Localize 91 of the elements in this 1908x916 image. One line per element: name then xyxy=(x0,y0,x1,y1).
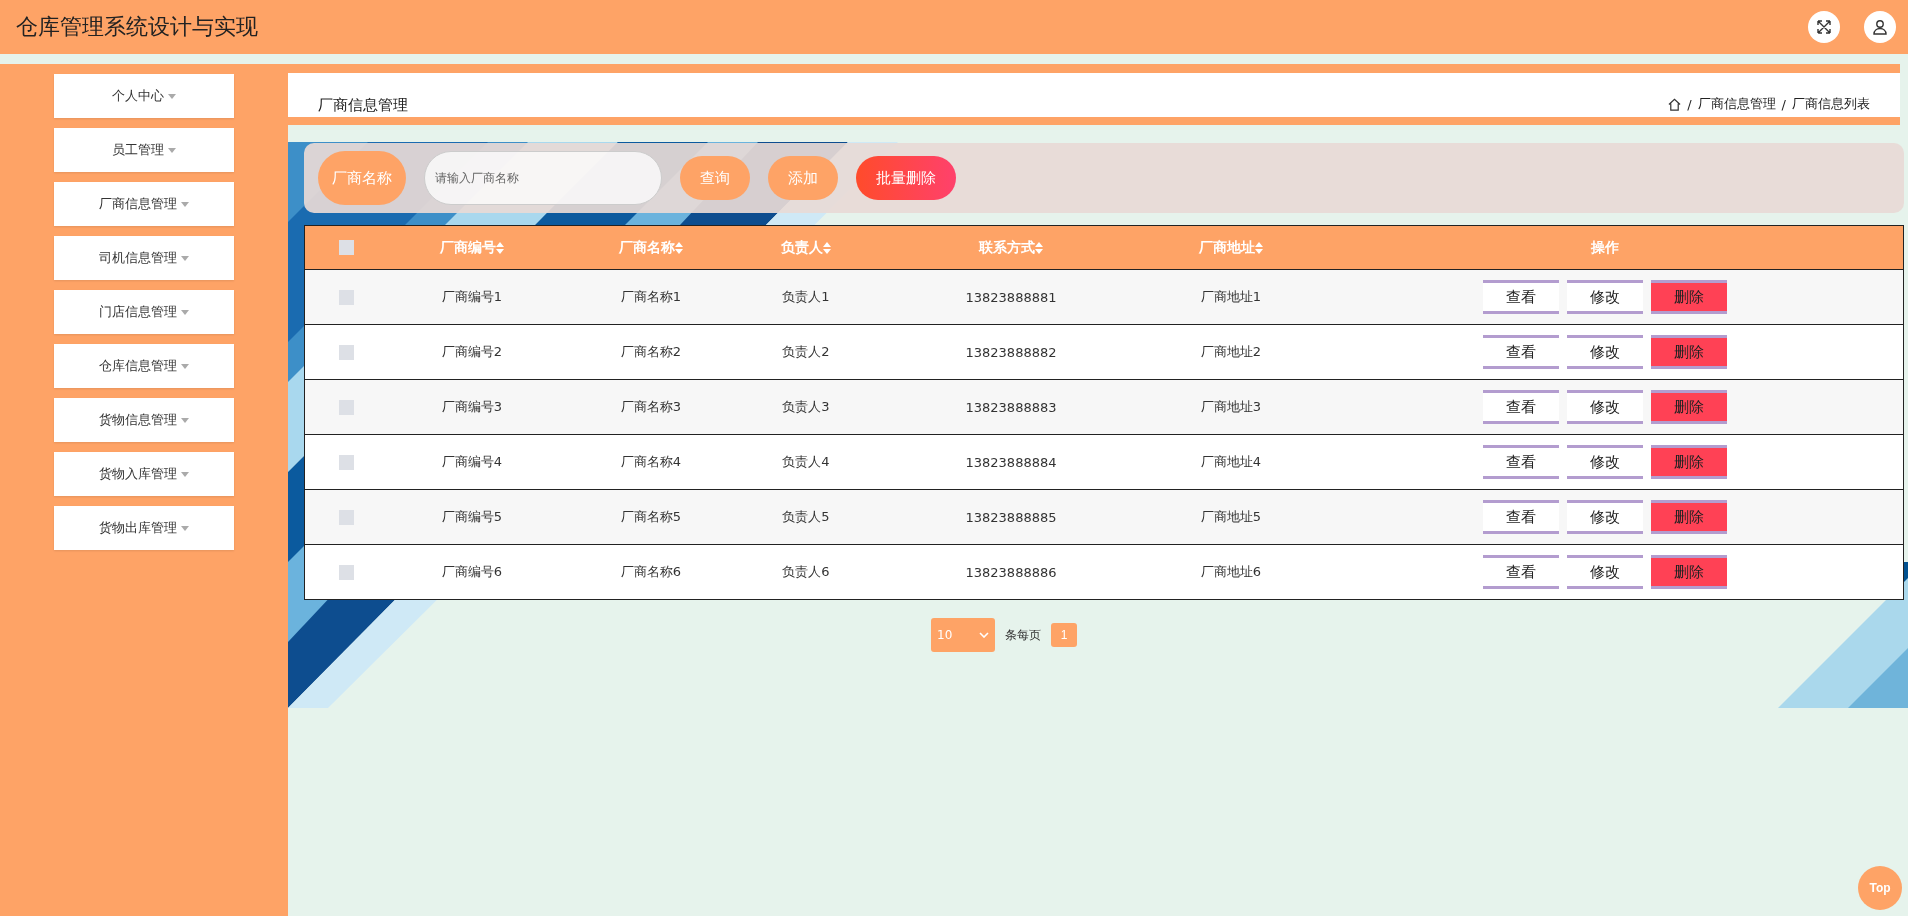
sidebar-item[interactable]: 司机信息管理 xyxy=(54,236,234,280)
sidebar-item[interactable]: 货物入库管理 xyxy=(54,452,234,496)
breadcrumb-separator: / xyxy=(1781,96,1786,112)
sort-icon[interactable] xyxy=(1255,241,1263,254)
sidebar-item[interactable]: 货物信息管理 xyxy=(54,398,234,442)
search-label: 厂商名称 xyxy=(318,151,406,205)
caret-icon xyxy=(181,309,189,315)
breadcrumb-link[interactable]: 厂商信息列表 xyxy=(1792,95,1870,113)
row-action-button[interactable]: 查看 xyxy=(1483,555,1559,589)
caret-icon xyxy=(181,363,189,369)
row-action-button[interactable]: 修改 xyxy=(1567,335,1643,369)
delete-button[interactable]: 删除 xyxy=(1651,390,1727,424)
row-action-button[interactable]: 修改 xyxy=(1567,555,1643,589)
caret-icon xyxy=(168,147,176,153)
row-action-button[interactable]: 查看 xyxy=(1483,280,1559,314)
row-action-button[interactable]: 修改 xyxy=(1567,445,1643,479)
row-checkbox[interactable] xyxy=(338,289,354,305)
breadcrumb-link[interactable]: 厂商信息管理 xyxy=(1697,95,1776,113)
row-action-button[interactable]: 修改 xyxy=(1567,390,1643,424)
table-cell-text: 厂商名称5 xyxy=(619,508,683,526)
fullscreen-icon[interactable] xyxy=(1808,11,1840,43)
row-action-button[interactable]: 查看 xyxy=(1483,335,1559,369)
delete-button[interactable]: 删除 xyxy=(1651,335,1727,369)
row-checkbox[interactable] xyxy=(338,454,354,470)
table-cell-text: 负责人6 xyxy=(781,563,831,581)
table-cell-text: 厂商编号5 xyxy=(440,508,504,526)
sort-icon[interactable] xyxy=(1035,241,1043,254)
table-cell-text: 厂商地址6 xyxy=(1199,563,1263,581)
table-cell-text: 厂商编号2 xyxy=(440,343,504,361)
delete-button[interactable]: 删除 xyxy=(1651,280,1727,314)
table-cell-text: 负责人2 xyxy=(781,343,831,361)
user-icon[interactable] xyxy=(1864,11,1896,43)
table-cell-text: 负责人5 xyxy=(781,508,831,526)
table-cell-text: 厂商名称3 xyxy=(619,398,683,416)
sort-icon[interactable] xyxy=(675,241,683,254)
row-checkbox[interactable] xyxy=(338,344,354,360)
breadcrumb-separator: / xyxy=(1687,96,1692,112)
sidebar-item[interactable]: 仓库信息管理 xyxy=(54,344,234,388)
row-action-button[interactable]: 查看 xyxy=(1483,445,1559,479)
sort-icon[interactable] xyxy=(496,241,504,254)
sidebar-item[interactable]: 货物出库管理 xyxy=(54,506,234,550)
app-title: 仓库管理系统设计与实现 xyxy=(16,13,258,41)
caret-icon xyxy=(181,525,189,531)
table-cell-text: 负责人1 xyxy=(781,288,831,306)
delete-button[interactable]: 删除 xyxy=(1651,555,1727,589)
select-all-checkbox[interactable] xyxy=(338,240,354,255)
sidebar-item[interactable]: 门店信息管理 xyxy=(54,290,234,334)
page-size-label: 条每页 xyxy=(1005,626,1041,644)
caret-icon xyxy=(181,201,189,207)
sidebar-item[interactable]: 员工管理 xyxy=(54,128,234,172)
table-cell-text: 厂商名称2 xyxy=(619,343,683,361)
caret-icon xyxy=(181,417,189,423)
delete-button[interactable]: 删除 xyxy=(1651,445,1727,479)
row-action-button[interactable]: 修改 xyxy=(1567,500,1643,534)
sort-icon[interactable] xyxy=(823,241,831,254)
table-cell-text: 13823888886 xyxy=(964,564,1058,580)
table-cell-text: 厂商地址3 xyxy=(1199,398,1263,416)
table-cell-text: 13823888883 xyxy=(964,399,1058,415)
table-cell-text: 13823888885 xyxy=(964,509,1058,525)
row-checkbox[interactable] xyxy=(338,399,354,415)
page-title: 厂商信息管理 xyxy=(318,96,408,116)
row-action-button[interactable]: 查看 xyxy=(1483,500,1559,534)
row-action-button[interactable]: 查看 xyxy=(1483,390,1559,424)
sidebar-item[interactable]: 厂商信息管理 xyxy=(54,182,234,226)
home-icon[interactable] xyxy=(1668,97,1682,111)
table-cell-text: 13823888881 xyxy=(964,289,1058,305)
table-cell-text: 13823888884 xyxy=(964,454,1058,470)
caret-icon xyxy=(181,471,189,477)
table-cell-text: 厂商名称1 xyxy=(619,288,683,306)
table-cell-text: 厂商编号1 xyxy=(440,288,504,306)
table-cell-text: 厂商名称6 xyxy=(619,563,683,581)
caret-icon xyxy=(181,255,189,261)
chevron-down-icon xyxy=(979,632,989,638)
table-cell-text: 厂商地址4 xyxy=(1199,453,1263,471)
delete-button[interactable]: 删除 xyxy=(1651,500,1727,534)
table-cell-text: 厂商地址2 xyxy=(1199,343,1263,361)
table-cell-text: 厂商地址1 xyxy=(1199,288,1263,306)
table-cell-text: 厂商编号6 xyxy=(440,563,504,581)
row-checkbox[interactable] xyxy=(338,564,354,580)
table-cell-text: 13823888882 xyxy=(964,344,1058,360)
caret-icon xyxy=(168,93,176,99)
table-cell-text: 厂商编号4 xyxy=(440,453,504,471)
search-field[interactable]: 请输入厂商名称 xyxy=(424,151,662,205)
row-action-button[interactable]: 修改 xyxy=(1567,280,1643,314)
table-cell-text: 负责人3 xyxy=(781,398,831,416)
table-cell-text: 厂商名称4 xyxy=(619,453,683,471)
table-cell-text: 厂商地址5 xyxy=(1199,508,1263,526)
sidebar-item[interactable]: 个人中心 xyxy=(54,74,234,118)
table-cell-text: 负责人4 xyxy=(781,453,831,471)
row-checkbox[interactable] xyxy=(338,509,354,525)
table-cell-text: 厂商编号3 xyxy=(440,398,504,416)
